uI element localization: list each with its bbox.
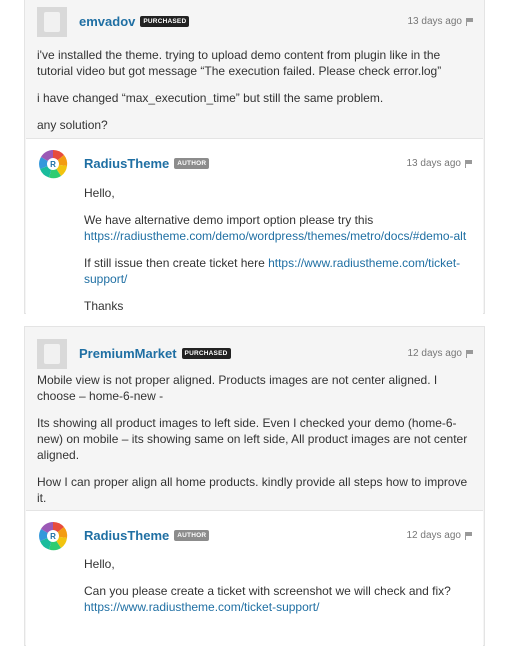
reply-text: If still issue then create ticket here [84,256,265,270]
comment-thread: PremiumMarket PURCHASED 12 days ago Mobi… [24,326,485,646]
avatar[interactable] [37,339,67,369]
flag-icon[interactable] [465,532,472,540]
comment-paragraph: Mobile view is not proper aligned. Produ… [37,373,438,403]
comment-body: i've installed the theme. trying to uplo… [37,47,472,133]
comment-paragraph: any solution? [37,118,108,132]
demo-docs-link[interactable]: https://radiustheme.com/demo/wordpress/t… [84,229,466,243]
reply-body: Hello, We have alternative demo import o… [84,185,471,314]
comment-paragraph: i've installed the theme. trying to uplo… [37,48,442,78]
reply-paragraph: If still issue then create ticket here h… [84,255,471,287]
comment-body: Mobile view is not proper aligned. Produ… [37,372,472,506]
author-reply: R RadiusTheme AUTHOR 12 days ago Hello, … [26,510,483,646]
radiustheme-logo-icon[interactable]: R [38,521,68,551]
comment-thread: emvadov PURCHASED 13 days ago i've insta… [24,0,485,314]
timestamp: 13 days ago [406,158,462,169]
reply-text: We have alternative demo import option p… [84,213,374,227]
reply-text: Can you please create a ticket with scre… [84,584,451,598]
author-badge: AUTHOR [174,530,210,541]
comment-meta: 13 days ago [408,16,473,27]
comment: PremiumMarket PURCHASED 12 days ago Mobi… [37,339,473,505]
reply-body: Hello, Can you please create a ticket wi… [84,556,471,615]
svg-text:R: R [50,160,56,169]
reply-greeting: Hello, [84,557,115,571]
username-link[interactable]: RadiusTheme [84,156,169,171]
default-avatar-icon [44,12,60,32]
reply-paragraph: We have alternative demo import option p… [84,212,471,244]
username-link[interactable]: emvadov [79,14,135,29]
reply-paragraph: Can you please create a ticket with scre… [84,583,471,615]
username-link[interactable]: RadiusTheme [84,528,169,543]
svg-text:R: R [50,532,56,541]
reply-meta: 13 days ago [407,158,472,169]
reply-greeting: Hello, [84,186,115,200]
flag-icon[interactable] [465,160,472,168]
avatar[interactable] [37,7,67,37]
comment-meta: 12 days ago [408,348,473,359]
author-badge: AUTHOR [174,158,210,169]
ticket-support-link[interactable]: https://www.radiustheme.com/ticket-suppo… [84,600,319,614]
comment-paragraph: i have changed “max_execution_time” but … [37,91,384,105]
purchased-badge: PURCHASED [181,348,231,359]
username-link[interactable]: PremiumMarket [79,346,177,361]
comment-paragraph: Its showing all product images to left s… [37,416,468,462]
purchased-badge: PURCHASED [140,16,190,27]
comment: emvadov PURCHASED 13 days ago i've insta… [37,7,473,137]
author-reply: R RadiusTheme AUTHOR 13 days ago Hello, … [26,138,483,314]
comment-paragraph: How I can proper align all home products… [37,475,468,505]
timestamp: 13 days ago [407,16,463,27]
radiustheme-logo-icon[interactable]: R [38,149,68,179]
timestamp: 12 days ago [407,348,463,359]
timestamp: 12 days ago [406,530,462,541]
default-avatar-icon [44,344,60,364]
flag-icon[interactable] [466,350,473,358]
reply-meta: 12 days ago [407,530,472,541]
flag-icon[interactable] [466,18,473,26]
reply-closing: Thanks [84,299,124,313]
